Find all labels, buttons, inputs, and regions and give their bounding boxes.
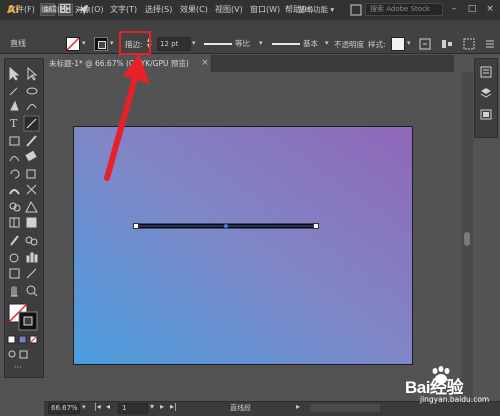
- free-transform-tool-icon[interactable]: [26, 184, 37, 195]
- menu-effect[interactable]: 效果(C): [180, 4, 208, 16]
- type-tool-icon[interactable]: T: [10, 117, 18, 130]
- chevron-down-icon[interactable]: ▾: [407, 39, 411, 47]
- zoom-tool-icon[interactable]: [26, 285, 36, 295]
- brush-definition[interactable]: 基本: [268, 37, 324, 51]
- more-tools-icon[interactable]: ···: [14, 363, 22, 372]
- fill-stroke-widget[interactable]: [8, 303, 38, 331]
- profile-label: 等比: [235, 39, 250, 48]
- slice-tool-icon[interactable]: [26, 268, 37, 279]
- shaper-tool-icon[interactable]: [9, 156, 20, 162]
- libraries-panel-icon[interactable]: [480, 108, 492, 120]
- stock-search-input[interactable]: 搜索 Adobe Stock: [365, 3, 443, 16]
- scrollbar-thumb[interactable]: [464, 232, 470, 246]
- layers-panel-icon[interactable]: [480, 87, 492, 99]
- chevron-down-icon[interactable]: ▾: [82, 403, 86, 411]
- eyedropper-tool-icon[interactable]: [10, 235, 19, 246]
- chevron-down-icon[interactable]: ▾: [259, 39, 263, 47]
- color-mode-icon[interactable]: [7, 335, 16, 344]
- menu-view[interactable]: 视图(V): [215, 4, 243, 16]
- magic-wand-tool-icon[interactable]: [9, 87, 18, 96]
- workspace-switcher[interactable]: 基本功能 ▾: [298, 3, 334, 16]
- artboard-number-field[interactable]: 1: [118, 403, 148, 414]
- rectangle-tool-icon[interactable]: [9, 136, 20, 146]
- perspective-grid-tool-icon[interactable]: [25, 200, 38, 213]
- annotation-arrow: [104, 54, 150, 181]
- center-point: [224, 224, 228, 228]
- adobe-stock-icon: [350, 4, 362, 16]
- transform-icon[interactable]: [462, 37, 476, 51]
- menu-file[interactable]: 文件(F): [8, 4, 35, 16]
- minimize-icon[interactable]: –: [447, 3, 461, 16]
- horizontal-scrollbar[interactable]: [310, 404, 380, 412]
- stroke-swatch[interactable]: [94, 37, 108, 51]
- menu-type[interactable]: 文字(T): [110, 4, 137, 16]
- width-tool-icon[interactable]: [9, 189, 20, 195]
- current-tool-status: 直线段: [230, 404, 251, 412]
- lasso-tool-icon[interactable]: [26, 87, 38, 95]
- chevron-down-icon[interactable]: ▾: [110, 39, 114, 47]
- eraser-tool-icon[interactable]: [25, 150, 37, 162]
- properties-panel-icon[interactable]: [480, 66, 492, 78]
- menu-select[interactable]: 选择(S): [145, 4, 172, 16]
- style-label: 样式:: [368, 40, 386, 49]
- artboard-tool-icon[interactable]: [9, 268, 20, 279]
- chevron-down-icon[interactable]: ▾: [82, 39, 86, 47]
- chevron-down-icon[interactable]: ▾: [150, 402, 154, 411]
- column-graph-tool-icon[interactable]: [26, 255, 30, 263]
- stroke-weight-field[interactable]: 12 pt: [157, 37, 191, 51]
- opacity-label[interactable]: 不透明度: [334, 39, 364, 50]
- workspace-label: 基本功能: [298, 5, 328, 14]
- zoom-level-field[interactable]: 66.67%: [48, 403, 80, 414]
- close-icon[interactable]: ×: [483, 3, 497, 16]
- brush-label: 基本: [303, 39, 318, 48]
- close-tab-icon[interactable]: ×: [200, 55, 210, 72]
- gradient-mode-icon[interactable]: [18, 335, 27, 344]
- anchor-point-start[interactable]: [133, 223, 139, 229]
- fill-swatch[interactable]: [66, 37, 80, 51]
- scale-tool-icon[interactable]: [26, 169, 36, 179]
- anchor-point-end[interactable]: [313, 223, 319, 229]
- screen-mode-icon[interactable]: [19, 350, 28, 359]
- watermark-url: jingyan.baidu.com: [420, 395, 490, 404]
- chevron-down-icon[interactable]: ▾: [192, 39, 196, 47]
- menu-object[interactable]: 对象(O): [75, 4, 104, 16]
- curvature-tool-icon[interactable]: [26, 104, 37, 111]
- object-type-label: 直线: [10, 39, 26, 48]
- chevron-down-icon[interactable]: ▾: [325, 39, 329, 47]
- previous-artboard-icon[interactable]: ◂: [106, 402, 110, 411]
- tools-grid: T ···: [7, 66, 40, 372]
- selection-tool-icon[interactable]: [9, 66, 20, 81]
- next-artboard-icon[interactable]: ▸: [160, 402, 164, 411]
- align-icon[interactable]: [440, 37, 454, 51]
- paintbrush-tool-icon[interactable]: [26, 135, 37, 147]
- status-menu-arrow-icon[interactable]: ▸: [296, 402, 300, 411]
- symbol-sprayer-tool-icon[interactable]: [9, 253, 19, 263]
- first-artboard-icon[interactable]: |◂: [94, 402, 101, 411]
- recolor-icon[interactable]: [418, 37, 432, 51]
- graphic-style-swatch[interactable]: [391, 37, 405, 51]
- variable-width-profile[interactable]: 等比: [200, 37, 258, 51]
- pen-tool-icon[interactable]: [10, 100, 19, 111]
- chevron-down-icon: ▾: [330, 5, 335, 14]
- menu-window[interactable]: 窗口(W): [250, 4, 280, 16]
- menu-edit[interactable]: 编辑(E): [41, 4, 68, 16]
- hand-tool-icon[interactable]: [11, 286, 18, 297]
- panel-menu-icon[interactable]: [484, 37, 496, 51]
- none-slash-icon: [66, 37, 80, 51]
- rotate-tool-icon[interactable]: [10, 169, 20, 179]
- gradient-tool-icon[interactable]: [26, 217, 37, 228]
- selected-line-path[interactable]: [130, 218, 322, 234]
- last-artboard-icon[interactable]: ▸|: [170, 402, 177, 411]
- direct-selection-tool-icon[interactable]: [27, 66, 38, 81]
- maximize-icon[interactable]: □: [465, 3, 479, 16]
- draw-mode-icon[interactable]: [8, 350, 16, 358]
